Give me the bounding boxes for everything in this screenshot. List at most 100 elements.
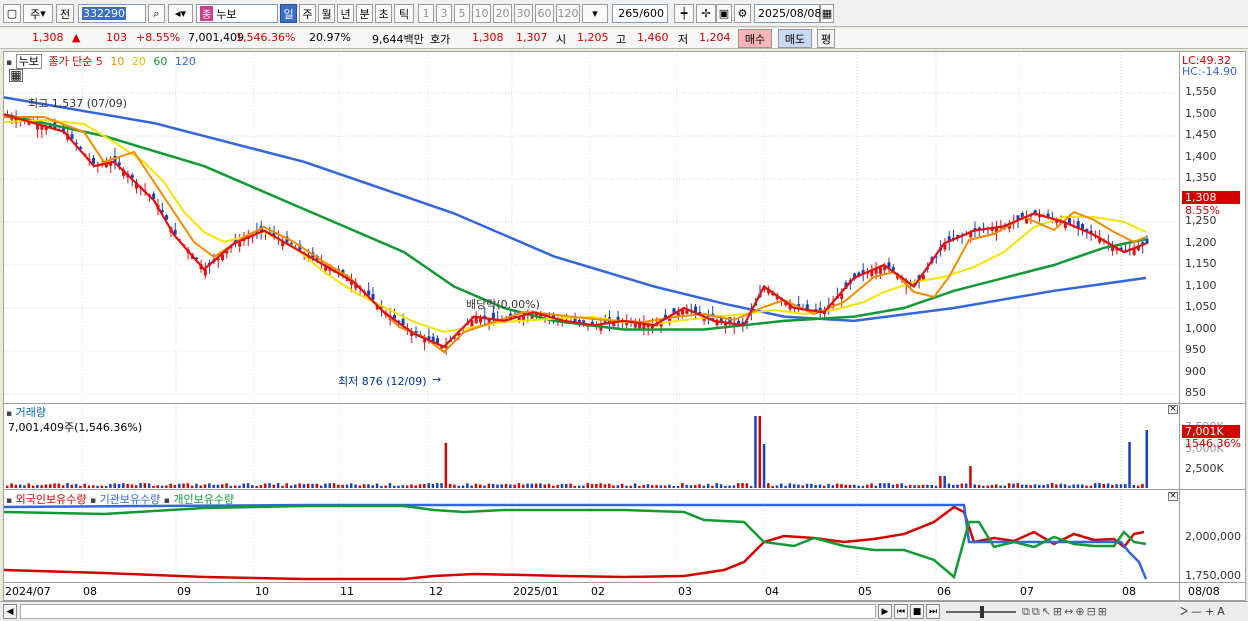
- volume-bar: [1020, 484, 1024, 488]
- volume-bar: [878, 483, 882, 488]
- scroll-start-icon[interactable]: ⏮: [894, 604, 908, 619]
- volume-bar: [221, 484, 224, 488]
- minute-60-button[interactable]: 60: [535, 4, 554, 23]
- volume-bar: [921, 484, 925, 488]
- x-label-08: 08: [83, 585, 97, 598]
- volume-bar: [1145, 430, 1148, 488]
- period-day-button[interactable]: 일: [280, 4, 297, 23]
- volume-bar: [1050, 483, 1054, 488]
- volume-bar: [491, 484, 495, 488]
- zoom-slider-thumb[interactable]: [980, 606, 984, 618]
- volume-bar: [853, 484, 856, 488]
- volume-bar: [973, 484, 976, 488]
- chart-area[interactable]: ▪ 누보 종가 단순 5 10 20 60 120 ▦ 최고 1,537 (07…: [3, 51, 1181, 601]
- change-percent: +8.55%: [136, 31, 181, 44]
- window-icon[interactable]: ▢: [3, 4, 21, 23]
- count-field[interactable]: 265/600: [612, 4, 668, 23]
- volume-bar: [122, 483, 125, 488]
- volume-bar: [1136, 485, 1140, 488]
- volume-bar: [552, 485, 555, 488]
- volume-bar: [104, 485, 108, 488]
- sell-button[interactable]: 매도: [778, 29, 812, 48]
- pane-divider-volume[interactable]: [4, 403, 1181, 404]
- ask-label: 호가: [430, 33, 451, 46]
- trade-amount: 9,644백만: [372, 33, 424, 46]
- volume-bar: [706, 483, 710, 488]
- stock-code-input[interactable]: 332290: [78, 4, 146, 23]
- period-month-button[interactable]: 월: [318, 4, 335, 23]
- volume-bar: [238, 485, 241, 488]
- minute-1-button[interactable]: 1: [418, 4, 434, 23]
- calendar-icon[interactable]: ▦: [820, 4, 834, 23]
- chart-tool-icons[interactable]: ⧉⧉↖⊞↔⊕⊟⊞: [1022, 605, 1109, 619]
- volume-bar: [883, 483, 886, 488]
- price-axis: LC:49.32 HC:-14.90 1,550 1,500 1,450 1,4…: [1180, 51, 1246, 601]
- scroll-left-icon[interactable]: ◀: [3, 604, 17, 619]
- minute-5-button[interactable]: 5: [454, 4, 470, 23]
- volume-bar: [1016, 483, 1019, 488]
- volume-bar: [487, 483, 491, 488]
- volume-bar: [44, 484, 48, 488]
- volume-bar: [952, 484, 955, 488]
- y-tick: 900: [1185, 365, 1206, 378]
- volume-bar: [156, 485, 159, 488]
- volume-bar: [444, 443, 448, 488]
- volume-bar: [569, 483, 572, 488]
- volume-bar: [917, 485, 921, 488]
- volume-bar: [659, 485, 663, 488]
- search-icon[interactable]: ⌕: [148, 4, 165, 23]
- volume-bar: [904, 485, 908, 488]
- scroll-right-icon[interactable]: ▶: [878, 604, 892, 619]
- stop-icon[interactable]: ■: [910, 604, 924, 619]
- pane-divider-holdings[interactable]: [4, 489, 1181, 490]
- x-label-11: 11: [340, 585, 354, 598]
- volume-bar: [354, 484, 357, 488]
- minute-10-button[interactable]: 10: [472, 4, 491, 23]
- close-icon[interactable]: ×: [1168, 405, 1178, 414]
- period-week-button[interactable]: 주: [299, 4, 316, 23]
- average-button[interactable]: 평: [817, 29, 835, 48]
- period-tick-button[interactable]: 틱: [394, 4, 414, 23]
- minute-3-button[interactable]: 3: [436, 4, 452, 23]
- volume-bar: [754, 416, 757, 488]
- volume-bar: [891, 484, 895, 488]
- date-field[interactable]: 2025/08/08: [754, 4, 821, 23]
- volume-bar: [814, 484, 817, 488]
- volume-bar: [208, 483, 211, 488]
- market-select[interactable]: 주 ▾: [23, 4, 53, 23]
- volume-bar: [582, 485, 585, 488]
- y-tick: 1,550: [1185, 85, 1217, 98]
- buy-button[interactable]: 매수: [738, 29, 772, 48]
- volume-bar: [1003, 485, 1007, 488]
- minute-20-button[interactable]: 20: [493, 4, 512, 23]
- close-icon[interactable]: ×: [1168, 492, 1178, 501]
- crosshair-icon[interactable]: ✢: [696, 4, 716, 23]
- table-icon[interactable]: ▦: [9, 69, 23, 82]
- volume-bar: [319, 485, 323, 488]
- gear-icon[interactable]: ⚙: [734, 4, 751, 23]
- candle-icon[interactable]: ┿: [674, 4, 694, 23]
- volume-bar: [792, 484, 796, 488]
- volume-bar: [775, 485, 779, 488]
- scroll-end-icon[interactable]: ⏭: [926, 604, 940, 619]
- volume-bar: [195, 483, 198, 488]
- prev-button[interactable]: 전: [56, 4, 74, 23]
- volume-bar: [844, 484, 847, 488]
- bottom-scrollbar[interactable]: ◀ ▶ ⏮ ■ ⏭ ⧉⧉↖⊞↔⊕⊟⊞ ᐳ—+A: [0, 601, 1248, 621]
- x-label-05: 05: [858, 585, 872, 598]
- speaker-icon[interactable]: ◂▾: [168, 4, 193, 23]
- save-icon[interactable]: ▣: [716, 4, 732, 23]
- volume-bar: [397, 485, 400, 488]
- stock-name-field[interactable]: 종 누보: [196, 4, 278, 23]
- zoom-controls[interactable]: ᐳ—+A: [1180, 605, 1228, 618]
- period-second-button[interactable]: 초: [375, 4, 392, 23]
- scroll-track[interactable]: [20, 604, 876, 619]
- minute-30-button[interactable]: 30: [514, 4, 533, 23]
- period-year-button[interactable]: 년: [337, 4, 354, 23]
- period-minute-button[interactable]: 분: [356, 4, 373, 23]
- volume-bar: [702, 485, 706, 488]
- interval-select[interactable]: ▾: [582, 4, 608, 23]
- volume-bar: [345, 484, 349, 488]
- high-label: 고: [616, 33, 627, 46]
- minute-120-button[interactable]: 120: [556, 4, 580, 23]
